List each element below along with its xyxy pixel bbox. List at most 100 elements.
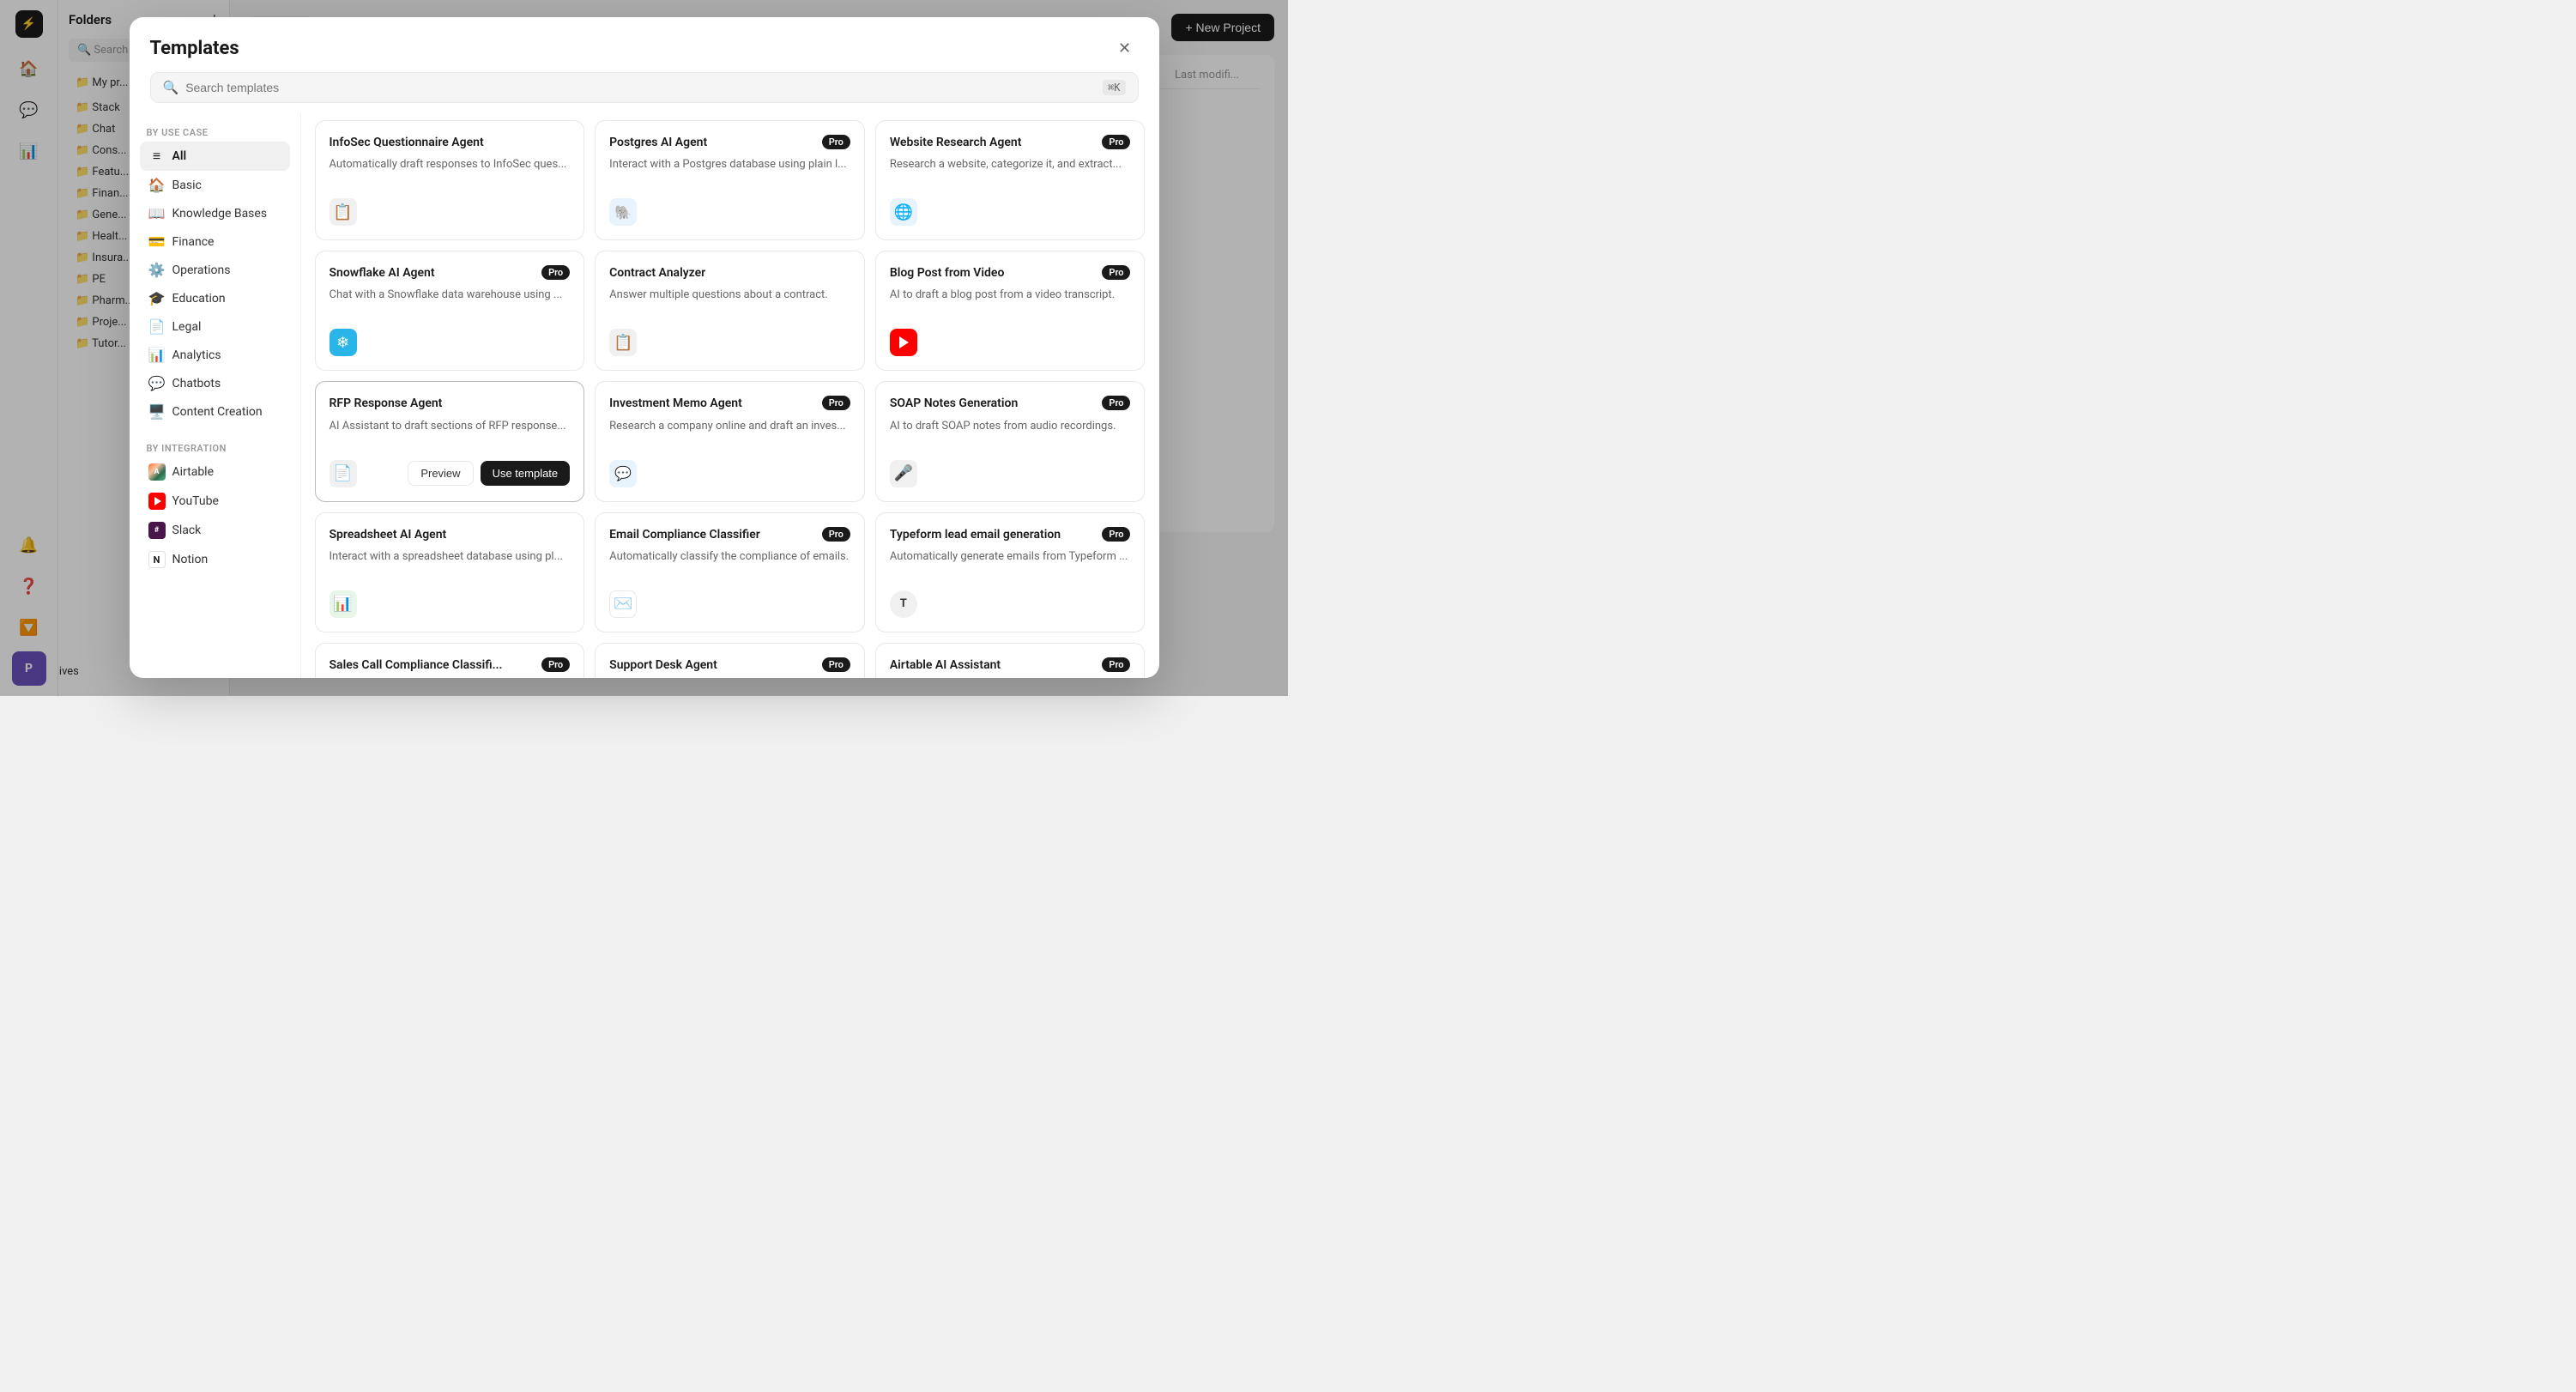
card-footer-website: 🌐	[890, 198, 1131, 226]
template-card-contract[interactable]: Contract Analyzer Answer multiple questi…	[595, 251, 865, 371]
template-card-airtable[interactable]: Airtable AI Assistant Pro AI assistant w…	[875, 643, 1146, 678]
card-footer-rfp: 📄 Preview Use template	[330, 460, 571, 487]
card-desc-contract: Answer multiple questions about a contra…	[609, 287, 850, 318]
card-name-contract: Contract Analyzer	[609, 265, 850, 281]
card-footer-investment: 💬	[609, 460, 850, 487]
card-footer-spreadsheet: 📊	[330, 590, 571, 618]
template-card-support[interactable]: Support Desk Agent Pro AI assistant to h…	[595, 643, 865, 678]
card-footer-email: ✉️	[609, 590, 850, 618]
card-name-support: Support Desk Agent	[609, 657, 822, 673]
category-airtable-label: Airtable	[172, 465, 215, 479]
use-template-button[interactable]: Use template	[481, 461, 571, 486]
template-card-email-compliance[interactable]: Email Compliance Classifier Pro Automati…	[595, 512, 865, 632]
category-content-creation[interactable]: 🖥️ Content Creation	[140, 397, 290, 426]
template-card-typeform[interactable]: Typeform lead email generation Pro Autom…	[875, 512, 1146, 632]
modal-body: By use case ≡ All 🏠 Basic 📖 Knowledge Ba…	[130, 113, 1159, 678]
template-card-investment[interactable]: Investment Memo Agent Pro Research a com…	[595, 381, 865, 501]
card-desc-investment: Research a company online and draft an i…	[609, 419, 850, 450]
category-slack[interactable]: # Slack	[140, 516, 290, 545]
template-card-infosec[interactable]: InfoSec Questionnaire Agent Automaticall…	[315, 120, 585, 240]
category-basic[interactable]: 🏠 Basic	[140, 171, 290, 199]
category-airtable[interactable]: A Airtable	[140, 457, 290, 487]
preview-button[interactable]: Preview	[408, 461, 473, 486]
template-card-sales[interactable]: Sales Call Compliance Classifi... Pro Cl…	[315, 643, 585, 678]
category-education[interactable]: 🎓 Education	[140, 284, 290, 312]
card-name-infosec: InfoSec Questionnaire Agent	[330, 135, 571, 150]
category-youtube-label: YouTube	[172, 494, 219, 508]
pro-badge-blog: Pro	[1102, 265, 1130, 280]
card-header-airtable: Airtable AI Assistant Pro	[890, 657, 1131, 673]
category-youtube[interactable]: YouTube	[140, 487, 290, 516]
category-legal-label: Legal	[172, 320, 202, 334]
card-footer-postgres: 🐘	[609, 198, 850, 226]
category-analytics[interactable]: 📊 Analytics	[140, 341, 290, 369]
card-name-sales: Sales Call Compliance Classifi...	[330, 657, 542, 673]
modal-close-button[interactable]: ✕	[1111, 34, 1139, 62]
spreadsheet-icon: 📊	[330, 590, 357, 618]
category-finance[interactable]: 💳 Finance	[140, 227, 290, 256]
template-card-spreadsheet[interactable]: Spreadsheet AI Agent Interact with a spr…	[315, 512, 585, 632]
card-desc-blog: AI to draft a blog post from a video tra…	[890, 287, 1131, 318]
modal-search-area: 🔍 ⌘K	[130, 62, 1159, 113]
card-header-website: Website Research Agent Pro	[890, 135, 1131, 150]
templates-grid-container: InfoSec Questionnaire Agent Automaticall…	[301, 113, 1159, 678]
modal-overlay[interactable]: Templates ✕ 🔍 ⌘K By use case ≡ All 🏠	[0, 0, 1288, 696]
category-analytics-label: Analytics	[172, 348, 221, 362]
search-input[interactable]	[185, 81, 1096, 94]
category-operations[interactable]: ⚙️ Operations	[140, 256, 290, 284]
typeform-icon: T	[890, 590, 917, 618]
template-card-blog-video[interactable]: Blog Post from Video Pro AI to draft a b…	[875, 251, 1146, 371]
card-header-typeform: Typeform lead email generation Pro	[890, 527, 1131, 542]
card-desc-snowflake: Chat with a Snowflake data warehouse usi…	[330, 287, 571, 318]
category-notion[interactable]: N Notion	[140, 545, 290, 574]
card-desc-website: Research a website, categorize it, and e…	[890, 157, 1131, 188]
template-card-postgres[interactable]: Postgres AI Agent Pro Interact with a Po…	[595, 120, 865, 240]
youtube-play-triangle	[154, 497, 161, 505]
card-name-airtable: Airtable AI Assistant	[890, 657, 1103, 673]
template-card-snowflake[interactable]: Snowflake AI Agent Pro Chat with a Snowf…	[315, 251, 585, 371]
card-name-postgres: Postgres AI Agent	[609, 135, 822, 150]
category-knowledge-bases-label: Knowledge Bases	[172, 207, 268, 221]
rfp-actions: Preview Use template	[408, 461, 570, 486]
modal-title: Templates	[150, 38, 239, 59]
card-footer-blog	[890, 329, 1131, 356]
pro-badge-investment: Pro	[822, 396, 850, 410]
category-all[interactable]: ≡ All	[140, 142, 290, 171]
template-card-website-research[interactable]: Website Research Agent Pro Research a we…	[875, 120, 1146, 240]
pro-badge-typeform: Pro	[1102, 527, 1130, 542]
category-legal[interactable]: 📄 Legal	[140, 312, 290, 341]
card-header-infosec: InfoSec Questionnaire Agent	[330, 135, 571, 150]
category-chatbots-label: Chatbots	[172, 377, 221, 390]
blog-youtube-icon	[890, 329, 917, 356]
category-chatbots[interactable]: 💬 Chatbots	[140, 369, 290, 397]
card-desc-rfp: AI Assistant to draft sections of RFP re…	[330, 419, 571, 450]
card-header-rfp: RFP Response Agent	[330, 396, 571, 411]
modal-header: Templates ✕	[130, 17, 1159, 62]
templates-modal: Templates ✕ 🔍 ⌘K By use case ≡ All 🏠	[130, 17, 1159, 678]
postgres-icon: 🐘	[609, 198, 637, 226]
rfp-icon: 📄	[330, 460, 357, 487]
category-finance-label: Finance	[172, 235, 215, 249]
card-name-blog: Blog Post from Video	[890, 265, 1103, 281]
template-card-rfp[interactable]: RFP Response Agent AI Assistant to draft…	[315, 381, 585, 501]
pro-badge-snowflake: Pro	[541, 265, 570, 280]
pro-badge-sales: Pro	[541, 657, 570, 672]
all-icon: ≡	[148, 148, 166, 165]
card-header-blog: Blog Post from Video Pro	[890, 265, 1131, 281]
notion-icon: N	[148, 551, 166, 568]
category-operations-label: Operations	[172, 263, 231, 277]
search-icon: 🔍	[163, 80, 179, 95]
finance-icon: 💳	[148, 233, 166, 250]
youtube-icon	[148, 493, 166, 510]
template-card-soap[interactable]: SOAP Notes Generation Pro AI to draft SO…	[875, 381, 1146, 501]
card-header-spreadsheet: Spreadsheet AI Agent	[330, 527, 571, 542]
education-icon: 🎓	[148, 290, 166, 306]
contract-icon: 📋	[609, 329, 637, 356]
templates-grid: Snowflake AI Agent Pro Chat with a Snowf…	[315, 251, 1146, 678]
card-footer-soap: 🎤	[890, 460, 1131, 487]
category-knowledge-bases[interactable]: 📖 Knowledge Bases	[140, 199, 290, 227]
card-header-contract: Contract Analyzer	[609, 265, 850, 281]
infosec-icon: 📋	[330, 198, 357, 226]
snowflake-icon: ❄	[330, 329, 357, 356]
website-icon: 🌐	[890, 198, 917, 226]
